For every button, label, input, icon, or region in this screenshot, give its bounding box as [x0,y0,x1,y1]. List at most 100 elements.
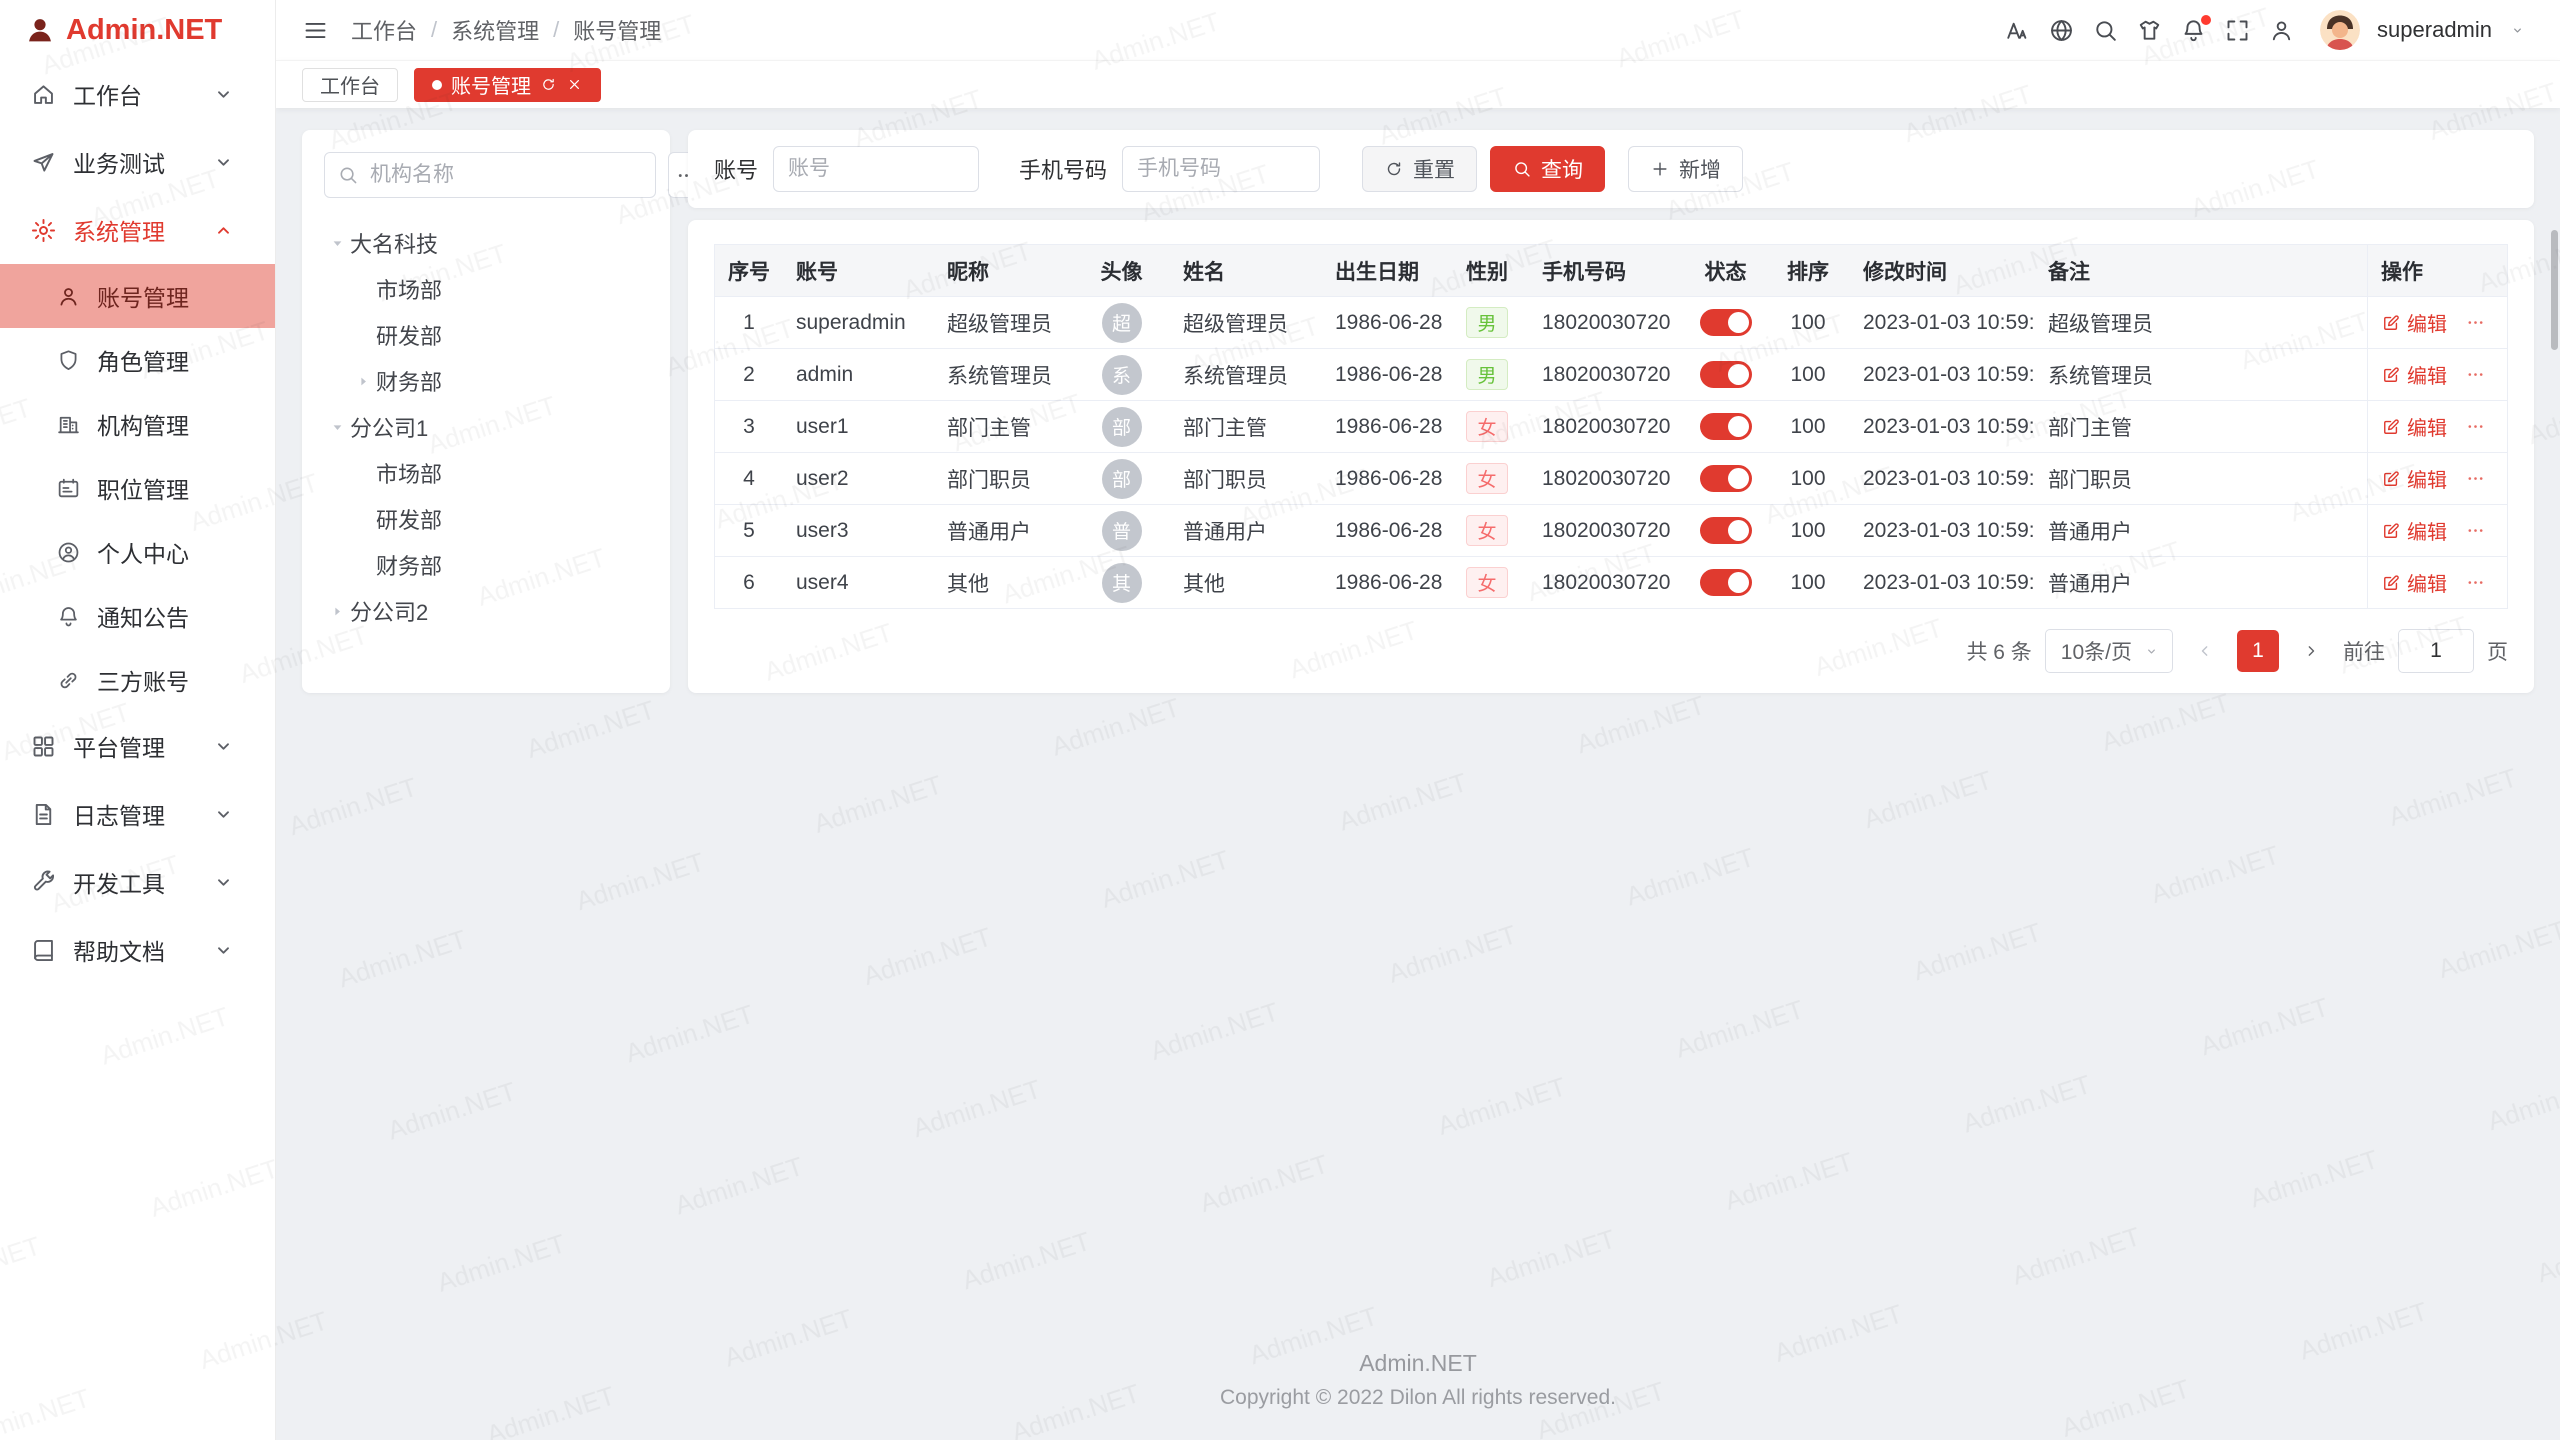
cell-birth: 1986-06-28 [1322,557,1445,608]
edit-button[interactable]: 编辑 [2381,568,2447,597]
sidebar-subitem-2-5[interactable]: 通知公告 [0,584,275,648]
chevDown-icon [210,801,237,828]
cell-phone: 18020030720 [1529,557,1685,608]
status-toggle[interactable] [1700,569,1752,596]
breadcrumb-item-1[interactable]: 系统管理 [451,14,539,46]
close-tab-icon[interactable] [566,76,583,93]
sidebar-item-1[interactable]: 业务测试 [0,128,275,196]
row-more-button[interactable] [2465,468,2486,489]
reset-label: 重置 [1413,154,1455,184]
tree-node-0[interactable]: 大名科技 [324,220,648,266]
add-button[interactable]: 新增 [1628,146,1743,192]
col-header-7: 手机号码 [1529,245,1685,296]
edit-button[interactable]: 编辑 [2381,412,2447,441]
row-more-button[interactable] [2465,520,2486,541]
tab-workbench[interactable]: 工作台 [302,68,398,102]
cell-account: user2 [783,453,934,504]
sidebar-subitem-2-4[interactable]: 个人中心 [0,520,275,584]
status-toggle[interactable] [1700,465,1752,492]
username[interactable]: superadmin [2377,17,2492,43]
grid-icon [30,733,57,760]
col-header-4: 姓名 [1170,245,1322,296]
scrollbar-thumb[interactable] [2551,230,2558,350]
edit-button[interactable]: 编辑 [2381,516,2447,545]
fontsize-icon[interactable] [2004,17,2031,44]
breadcrumb-item-2[interactable]: 账号管理 [573,14,661,46]
tree-node-1-children-0[interactable]: 市场部 [324,450,648,496]
caretRight-icon [324,603,350,620]
cell-status [1685,505,1766,556]
cell-avatar: 部 [1073,453,1170,504]
chevron-down-icon [2143,643,2160,660]
edit-button[interactable]: 编辑 [2381,360,2447,389]
tree-node-1-children-2[interactable]: 财务部 [324,542,648,588]
caretDown-icon [324,419,350,436]
caretRight-icon [350,373,376,390]
tree-node-0-children-2[interactable]: 财务部 [324,358,648,404]
sidebar-subitem-2-1[interactable]: 角色管理 [0,328,275,392]
cell-birth: 1986-06-28 [1322,401,1445,452]
brand-logo[interactable]: Admin.NET [0,0,275,60]
row-avatar: 系 [1102,355,1142,395]
account-input[interactable] [773,146,979,192]
more-icon [2465,364,2486,385]
bell-icon[interactable] [2180,17,2207,44]
row-more-button[interactable] [2465,572,2486,593]
reset-button[interactable]: 重置 [1362,146,1477,192]
footer-title: Admin.NET [302,1350,2534,1377]
page-number-1[interactable]: 1 [2237,630,2279,672]
sidebar-subitem-2-3[interactable]: 职位管理 [0,456,275,520]
next-page-button[interactable] [2292,630,2330,672]
status-toggle[interactable] [1700,309,1752,336]
phone-input[interactable] [1122,146,1320,192]
cell-name: 普通用户 [1170,505,1322,556]
breadcrumb-item-0[interactable]: 工作台 [351,14,417,46]
collapse-menu-icon[interactable] [302,17,329,44]
translate-icon[interactable] [2048,17,2075,44]
user-menu-chevron-icon[interactable] [2509,22,2526,39]
tree-node-0-children-0[interactable]: 市场部 [324,266,648,312]
tree-node-0-children-1[interactable]: 研发部 [324,312,648,358]
row-more-button[interactable] [2465,364,2486,385]
sidebar-item-4[interactable]: 日志管理 [0,780,275,848]
search-icon[interactable] [2092,17,2119,44]
status-toggle[interactable] [1700,413,1752,440]
status-toggle[interactable] [1700,517,1752,544]
cell-order: 100 [1766,505,1850,556]
theme-icon[interactable] [2136,17,2163,44]
sidebar-item-6[interactable]: 帮助文档 [0,916,275,984]
refresh-tab-icon[interactable] [540,76,557,93]
more-icon [2465,572,2486,593]
goto-page-input[interactable] [2398,629,2474,673]
tree-node-2[interactable]: 分公司2 [324,588,648,634]
more-icon [2465,416,2486,437]
sidebar-item-0[interactable]: 工作台 [0,60,275,128]
tree-node-1-children-1[interactable]: 研发部 [324,496,648,542]
sidebar-subitem-2-6[interactable]: 三方账号 [0,648,275,712]
prev-page-button[interactable] [2186,630,2224,672]
sidebar-item-2[interactable]: 系统管理 [0,196,275,264]
row-more-button[interactable] [2465,416,2486,437]
edit-button[interactable]: 编辑 [2381,464,2447,493]
goto-label: 前往 [2343,636,2385,666]
sidebar-subitem-2-0[interactable]: 账号管理 [0,264,275,328]
cell-modified: 2023-01-03 10:59:44 [1850,349,2035,400]
user-avatar[interactable] [2320,10,2360,50]
search-button[interactable]: 查询 [1490,146,1605,192]
edit-button[interactable]: 编辑 [2381,308,2447,337]
org-search-input[interactable] [368,162,643,188]
user-icon[interactable] [2268,17,2295,44]
sidebar-subitem-2-2[interactable]: 机构管理 [0,392,275,456]
expand-icon[interactable] [2224,17,2251,44]
cell-phone: 18020030720 [1529,401,1685,452]
sidebar-item-5[interactable]: 开发工具 [0,848,275,916]
pagination: 共 6 条 10条/页 1 前往 页 [714,629,2508,673]
sidebar-item-3[interactable]: 平台管理 [0,712,275,780]
status-toggle[interactable] [1700,361,1752,388]
tree-node-1[interactable]: 分公司1 [324,404,648,450]
page-size-select[interactable]: 10条/页 [2045,629,2173,673]
cell-gender: 男 [1445,297,1529,348]
cell-gender: 女 [1445,557,1529,608]
row-more-button[interactable] [2465,312,2486,333]
tab-account-management[interactable]: 账号管理 [414,68,601,102]
